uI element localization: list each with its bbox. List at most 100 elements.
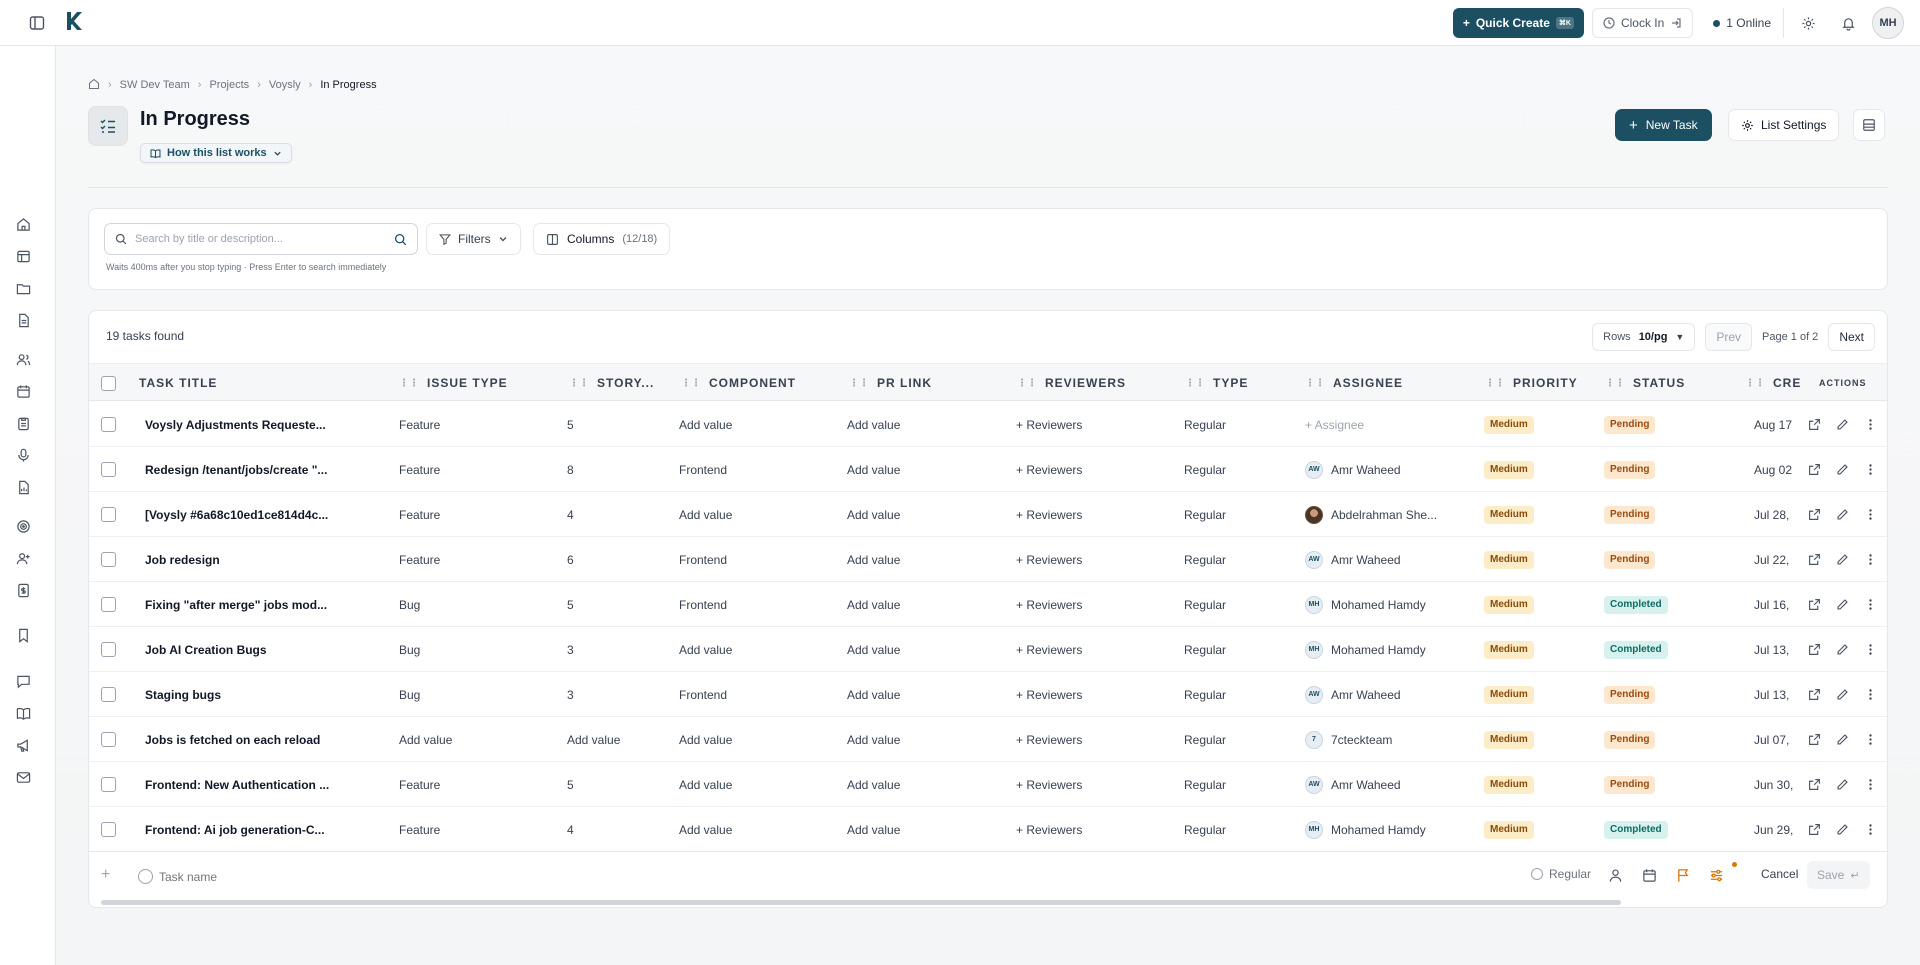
- more-vertical-icon[interactable]: [1862, 507, 1878, 523]
- issue-type-cell[interactable]: Feature: [399, 402, 549, 447]
- breadcrumb-item[interactable]: Voysly: [269, 79, 301, 91]
- drag-grip-icon[interactable]: ⋮⋮: [399, 378, 419, 389]
- open-external-icon[interactable]: [1806, 462, 1822, 478]
- edit-pencil-icon[interactable]: [1834, 777, 1850, 793]
- open-external-icon[interactable]: [1806, 552, 1822, 568]
- priority-cell[interactable]: Medium: [1484, 447, 1584, 492]
- users-icon[interactable]: [14, 350, 32, 368]
- task-title[interactable]: Job AI Creation Bugs: [145, 627, 331, 672]
- priority-cell[interactable]: Medium: [1484, 402, 1584, 447]
- priority-cell[interactable]: Medium: [1484, 807, 1584, 852]
- table-icon[interactable]: [14, 247, 32, 265]
- column-header-story[interactable]: ⋮⋮ STORY...: [569, 364, 669, 402]
- type-cell[interactable]: Regular: [1184, 627, 1294, 672]
- story-points-cell[interactable]: 4: [567, 807, 667, 852]
- drag-grip-icon[interactable]: ⋮⋮: [681, 378, 701, 389]
- status-cell[interactable]: Pending: [1604, 402, 1724, 447]
- calendar-icon[interactable]: [14, 382, 32, 400]
- more-vertical-icon[interactable]: [1862, 822, 1878, 838]
- type-cell[interactable]: Regular: [1184, 492, 1294, 537]
- add-reviewers-button[interactable]: + Reviewers: [1016, 402, 1166, 447]
- status-cell[interactable]: Pending: [1604, 672, 1724, 717]
- add-reviewers-button[interactable]: + Reviewers: [1016, 582, 1166, 627]
- edit-pencil-icon[interactable]: [1834, 732, 1850, 748]
- task-title[interactable]: Voysly Adjustments Requeste...: [145, 402, 331, 447]
- open-external-icon[interactable]: [1806, 417, 1822, 433]
- assignee-cell[interactable]: MH Mohamed Hamdy: [1305, 807, 1475, 852]
- column-header-reviewers[interactable]: ⋮⋮ REVIEWERS: [1017, 364, 1167, 402]
- pr-link-cell[interactable]: Add value: [847, 627, 997, 672]
- type-cell[interactable]: Regular: [1184, 762, 1294, 807]
- story-points-cell[interactable]: 5: [567, 582, 667, 627]
- pr-link-cell[interactable]: Add value: [847, 672, 997, 717]
- online-indicator[interactable]: 1 Online: [1701, 8, 1784, 38]
- filters-button[interactable]: Filters: [426, 223, 521, 255]
- cancel-button[interactable]: Cancel: [1761, 867, 1798, 881]
- assignee-picker-icon[interactable]: [1608, 868, 1623, 888]
- component-cell[interactable]: Frontend: [679, 672, 829, 717]
- status-cell[interactable]: Completed: [1604, 582, 1724, 627]
- clipboard-icon[interactable]: [14, 414, 32, 432]
- component-cell[interactable]: Frontend: [679, 447, 829, 492]
- layout-toggle-icon[interactable]: [1853, 109, 1885, 141]
- priority-cell[interactable]: Medium: [1484, 717, 1584, 762]
- priority-flag-icon[interactable]: [1676, 868, 1691, 888]
- assignee-cell[interactable]: Abdelrahman She...: [1305, 492, 1475, 537]
- status-cell[interactable]: Pending: [1604, 447, 1724, 492]
- table-row[interactable]: Fixing "after merge" jobs mod... Bug 5 Fron…: [89, 582, 1887, 627]
- notification-bell-icon[interactable]: [1832, 8, 1864, 38]
- component-cell[interactable]: Add value: [679, 402, 829, 447]
- edit-pencil-icon[interactable]: [1834, 822, 1850, 838]
- story-points-cell[interactable]: 3: [567, 627, 667, 672]
- task-title[interactable]: [Voysly #6a68c10ed1ce814d4c...: [145, 492, 331, 537]
- column-header-priority[interactable]: ⋮⋮ PRIORITY: [1485, 364, 1595, 402]
- column-header-created[interactable]: ⋮⋮ CREA: [1745, 364, 1801, 402]
- plus-icon[interactable]: +: [101, 866, 110, 884]
- status-cell[interactable]: Completed: [1604, 807, 1724, 852]
- component-cell[interactable]: Add value: [679, 717, 829, 762]
- pr-link-cell[interactable]: Add value: [847, 717, 997, 762]
- priority-cell[interactable]: Medium: [1484, 762, 1584, 807]
- bookmark-icon[interactable]: [14, 626, 32, 644]
- assignee-cell[interactable]: MH Mohamed Hamdy: [1305, 582, 1475, 627]
- task-title[interactable]: Fixing "after merge" jobs mod...: [145, 582, 331, 627]
- row-checkbox[interactable]: [101, 507, 116, 522]
- table-row[interactable]: Frontend: New Authentication ... Feature 5…: [89, 762, 1887, 807]
- edit-pencil-icon[interactable]: [1834, 642, 1850, 658]
- add-reviewers-button[interactable]: + Reviewers: [1016, 447, 1166, 492]
- drag-grip-icon[interactable]: ⋮⋮: [1745, 378, 1765, 389]
- report-icon[interactable]: [14, 478, 32, 496]
- open-external-icon[interactable]: [1806, 597, 1822, 613]
- clock-in-button[interactable]: Clock In: [1591, 8, 1694, 38]
- story-points-cell[interactable]: 3: [567, 672, 667, 717]
- pr-link-cell[interactable]: Add value: [847, 402, 997, 447]
- drag-grip-icon[interactable]: ⋮⋮: [1305, 378, 1325, 389]
- table-row[interactable]: [Voysly #6a68c10ed1ce814d4c... Feature 4 Ad…: [89, 492, 1887, 537]
- priority-cell[interactable]: Medium: [1484, 627, 1584, 672]
- component-cell[interactable]: Add value: [679, 492, 829, 537]
- add-assignee-button[interactable]: + Assignee: [1305, 402, 1475, 447]
- row-checkbox[interactable]: [101, 777, 116, 792]
- home-icon[interactable]: [14, 215, 32, 233]
- row-checkbox[interactable]: [101, 462, 116, 477]
- task-title[interactable]: Jobs is fetched on each reload: [145, 717, 331, 762]
- home-crumb-icon[interactable]: [88, 78, 100, 93]
- folder-icon[interactable]: [14, 279, 32, 297]
- drag-grip-icon[interactable]: ⋮⋮: [1605, 378, 1625, 389]
- edit-pencil-icon[interactable]: [1834, 597, 1850, 613]
- issue-type-cell[interactable]: Bug: [399, 582, 549, 627]
- row-checkbox[interactable]: [101, 552, 116, 567]
- table-row[interactable]: Redesign /tenant/jobs/create "... Feature…: [89, 447, 1887, 492]
- row-checkbox[interactable]: [101, 822, 116, 837]
- column-header-task-title[interactable]: TASK TITLE: [139, 364, 359, 402]
- status-cell[interactable]: Completed: [1604, 627, 1724, 672]
- column-header-pr-link[interactable]: ⋮⋮ PR LINK: [849, 364, 999, 402]
- issue-type-cell[interactable]: Feature: [399, 492, 549, 537]
- task-title[interactable]: Frontend: New Authentication ...: [145, 762, 331, 807]
- status-cell[interactable]: Pending: [1604, 762, 1724, 807]
- assignee-cell[interactable]: AW Amr Waheed: [1305, 537, 1475, 582]
- story-points-cell[interactable]: 5: [567, 402, 667, 447]
- more-vertical-icon[interactable]: [1862, 552, 1878, 568]
- component-cell[interactable]: Add value: [679, 807, 829, 852]
- task-name-input[interactable]: [159, 870, 559, 884]
